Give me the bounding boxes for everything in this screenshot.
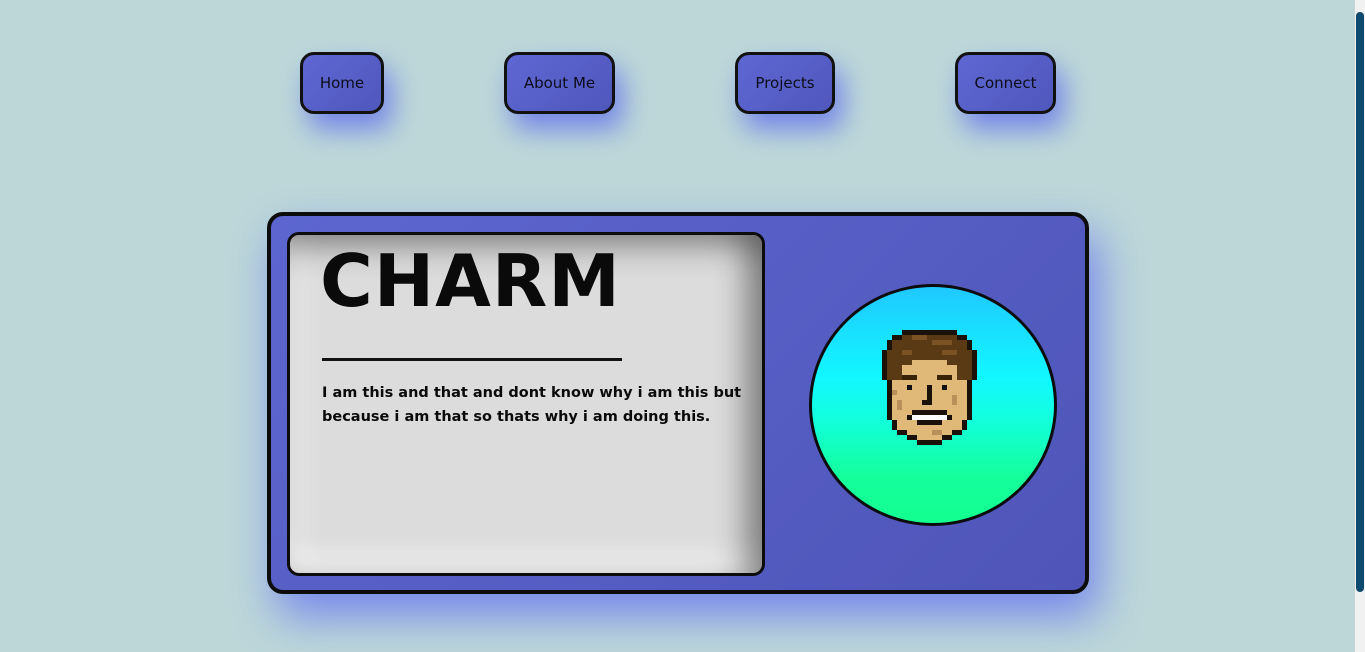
scrollbar-thumb[interactable] [1356, 12, 1364, 592]
nav-home-label: Home [319, 74, 365, 92]
pixel-face-avatar-icon [882, 330, 977, 445]
avatar [809, 284, 1057, 526]
nav-about-button[interactable]: About Me [504, 52, 615, 114]
nav-connect-label: Connect [974, 74, 1037, 92]
page-title: CHARM [320, 239, 621, 323]
scrollbar-track[interactable] [1355, 0, 1365, 652]
nav-connect-button[interactable]: Connect [955, 52, 1056, 114]
profile-card: CHARM I am this and that and dont know w… [267, 212, 1089, 594]
page: Home About Me Projects Connect CHARM I a… [0, 0, 1365, 652]
nav-projects-label: Projects [755, 74, 815, 92]
nav-projects-button[interactable]: Projects [735, 52, 835, 114]
intro-panel: CHARM I am this and that and dont know w… [287, 232, 765, 576]
title-divider [322, 358, 622, 361]
bio-text: I am this and that and dont know why i a… [322, 385, 742, 425]
nav-about-label: About Me [523, 74, 596, 92]
nav-home-button[interactable]: Home [300, 52, 384, 114]
